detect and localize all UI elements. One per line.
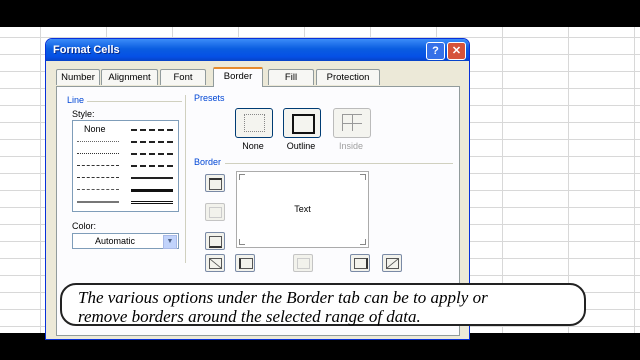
- line-style-dash-dot[interactable]: [77, 177, 119, 178]
- preset-inside-icon: [342, 114, 362, 131]
- preview-corner-mark: [239, 174, 245, 180]
- border-left-button[interactable]: [235, 254, 255, 272]
- style-label: Style:: [72, 109, 95, 119]
- border-inside-vertical-button[interactable]: [293, 254, 313, 272]
- preview-corner-mark: [360, 239, 366, 245]
- preview-corner-mark: [360, 174, 366, 180]
- chevron-down-icon[interactable]: ▼: [163, 235, 177, 249]
- preset-none-icon: [244, 114, 265, 132]
- preset-outline-label: Outline: [286, 141, 316, 151]
- border-right-button[interactable]: [350, 254, 370, 272]
- diagonal-up-icon: [209, 258, 222, 269]
- color-dropdown[interactable]: Automatic ▼: [72, 233, 179, 249]
- title-bar: Format Cells ? ✕: [46, 39, 469, 61]
- preview-corner-mark: [239, 239, 245, 245]
- diagonal-down-icon: [386, 258, 399, 269]
- line-group-label: Line: [67, 95, 85, 105]
- help-button[interactable]: ?: [426, 42, 445, 60]
- dialog-title: Format Cells: [53, 44, 120, 56]
- color-label: Color:: [72, 221, 97, 231]
- border-preview-area[interactable]: Text: [236, 171, 369, 248]
- tab-fill[interactable]: Fill: [268, 69, 314, 85]
- border-top-icon: [209, 178, 222, 190]
- preset-inside-label: Inside: [338, 141, 364, 151]
- tab-font[interactable]: Font: [160, 69, 206, 85]
- border-group-separator: [225, 163, 453, 164]
- line-style-thick[interactable]: [131, 189, 173, 192]
- line-style-dashed[interactable]: [77, 189, 119, 190]
- caption-box: The various options under the Border tab…: [60, 283, 586, 326]
- border-diagonal-up-button[interactable]: [205, 254, 225, 272]
- line-style-dash-dot-dot[interactable]: [77, 165, 119, 166]
- line-style-medium-dash-dot[interactable]: [131, 153, 173, 155]
- tab-protection[interactable]: Protection: [316, 69, 380, 85]
- presets-group-label: Presets: [194, 93, 225, 103]
- preview-text: Text: [294, 204, 311, 214]
- border-right-icon: [354, 258, 368, 269]
- border-left-icon: [239, 258, 253, 269]
- caption-line-1: The various options under the Border tab…: [78, 288, 488, 307]
- line-style-list[interactable]: None: [72, 120, 179, 212]
- vertical-separator: [185, 95, 186, 263]
- border-inside-horizontal-icon: [209, 207, 222, 218]
- line-style-double[interactable]: [131, 201, 173, 204]
- line-group-separator: [87, 101, 182, 102]
- border-group-label: Border: [194, 157, 222, 167]
- line-style-dotted[interactable]: [77, 153, 119, 154]
- color-dropdown-value: Automatic: [95, 236, 136, 246]
- tab-border[interactable]: Border: [213, 67, 263, 87]
- caption-line-2: remove borders around the selected range…: [78, 307, 421, 326]
- line-style-slant-dash-dot[interactable]: [131, 141, 173, 143]
- border-inside-vertical-icon: [297, 258, 310, 269]
- line-style-medium-dash-dot-dot[interactable]: [131, 129, 173, 131]
- border-inside-horizontal-button[interactable]: [205, 203, 225, 221]
- line-style-none[interactable]: None: [84, 124, 106, 134]
- line-style-medium-dashed[interactable]: [131, 165, 173, 167]
- border-diagonal-down-button[interactable]: [382, 254, 402, 272]
- border-bottom-button[interactable]: [205, 232, 225, 250]
- preset-inside-button[interactable]: [333, 108, 371, 138]
- tab-number[interactable]: Number: [56, 69, 100, 85]
- border-bottom-icon: [209, 236, 222, 248]
- preset-outline-icon: [292, 114, 315, 134]
- preset-none-label: None: [242, 141, 264, 151]
- tab-alignment[interactable]: Alignment: [101, 69, 158, 85]
- border-top-button[interactable]: [205, 174, 225, 192]
- line-style-thin-selected[interactable]: [77, 201, 119, 203]
- line-style-hair[interactable]: [77, 141, 119, 142]
- close-button[interactable]: ✕: [447, 42, 466, 60]
- preset-outline-button[interactable]: [283, 108, 321, 138]
- preset-none-button[interactable]: [235, 108, 273, 138]
- line-style-medium[interactable]: [131, 177, 173, 179]
